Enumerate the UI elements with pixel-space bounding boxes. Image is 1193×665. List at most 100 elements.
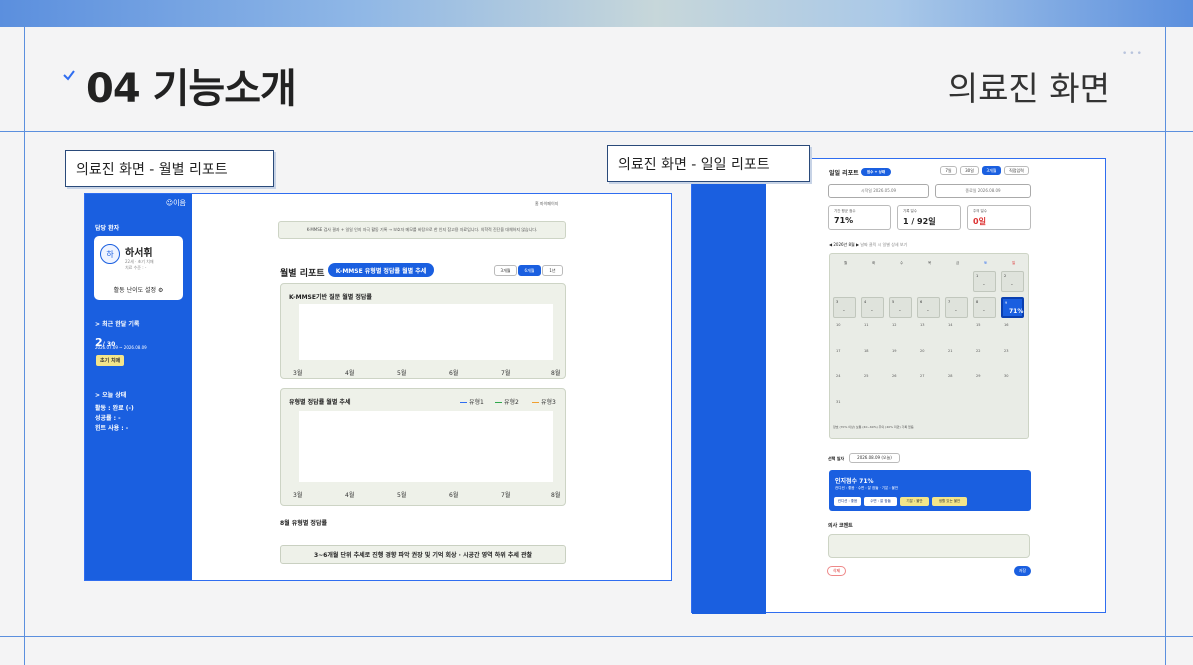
range-1y[interactable]: 1년 <box>542 265 563 276</box>
difficulty-setting-button[interactable]: 활동 난이도 설정 ⚙ <box>94 285 183 294</box>
period-3m[interactable]: 3개월 <box>982 166 1001 175</box>
calendar-day[interactable]: 22 <box>976 349 980 353</box>
x-label: 4월 <box>345 370 355 377</box>
calendar-day[interactable]: 18 <box>864 349 868 353</box>
callout-monthly: 의료진 화면 - 월별 리포트 <box>65 150 274 187</box>
stat-card: 기록 일수 1 / 92일 <box>897 205 961 230</box>
stage-badge: 초기 치매 <box>96 355 125 366</box>
chart-area <box>299 411 553 482</box>
type-trend-panel: 유형별 정답률 월별 추세 유형1 유형2 유형3 3월 4월 5월 6월 7월… <box>280 388 566 506</box>
card-subtitle: 컨디션 : 좋음 · 수면 : 잘 잠듦 · 기분 : 불안 <box>835 486 899 490</box>
daily-title-badge: 점수 + 상태 <box>861 168 891 176</box>
sidebar <box>692 159 766 614</box>
calendar-day[interactable]: 2- <box>1001 271 1024 292</box>
x-label: 5월 <box>397 492 407 499</box>
weekday-label: 수 <box>900 261 904 265</box>
page-title: 04 기능소개 <box>86 66 297 112</box>
calendar-day[interactable]: 23 <box>1004 349 1008 353</box>
august-subheading: 8월 유형별 정답률 <box>280 520 327 527</box>
calendar-day[interactable]: 29 <box>976 374 980 378</box>
calendar-day[interactable]: 25 <box>864 374 868 378</box>
period-30d[interactable]: 30일 <box>960 166 979 175</box>
calendar-day[interactable]: 10 <box>836 323 840 327</box>
calendar-day[interactable]: 20 <box>920 349 924 353</box>
calendar-legend: 양호 (70% 이상) 보통 (40~69%) 주의 (40% 미만) 기록 없… <box>833 425 914 429</box>
calendar-day[interactable]: 11 <box>864 323 868 327</box>
x-label: 4월 <box>345 492 355 499</box>
calendar-day[interactable]: 13 <box>920 323 924 327</box>
x-label: 7월 <box>501 492 511 499</box>
today-status-label: > 오늘 상태 <box>95 392 127 399</box>
patient-card[interactable]: 하 하서휘 22세 · 초기 치매 치료 수준 : - 활동 난이도 설정 ⚙ <box>94 236 183 300</box>
monthly-report-screenshot: ☺이음 담당 환자 하 하서휘 22세 · 초기 치매 치료 수준 : - 활동 … <box>84 193 672 581</box>
breadcrumb[interactable]: 홈 마이페이지 <box>535 201 558 207</box>
anxiety-chip: 생활 있는 불안 <box>932 497 967 506</box>
calendar-day[interactable]: 24 <box>836 374 840 378</box>
range-6m[interactable]: 6개월 <box>518 265 541 276</box>
calendar-day[interactable]: 8- <box>973 297 996 318</box>
callout-daily: 의료진 화면 - 일일 리포트 <box>607 145 810 182</box>
mood-chip: 기분 : 불안 <box>900 497 929 506</box>
x-label: 3월 <box>293 492 303 499</box>
condition-chip: 컨디션 : 좋음 <box>834 497 861 506</box>
calendar-day-selected[interactable]: 9 71% <box>1001 297 1024 318</box>
footer-divider <box>0 636 1193 637</box>
calendar-day[interactable]: 7- <box>945 297 968 318</box>
report-title-pill: K-MMSE 유형별 정답률 월별 추세 <box>328 263 434 277</box>
calendar-day[interactable]: 21 <box>948 349 952 353</box>
daily-title: 일일 리포트 <box>829 170 859 177</box>
panel-title: 유형별 정답률 월별 추세 <box>289 399 351 406</box>
panel-title: K-MMSE기반 질문 월별 정답률 <box>289 294 372 301</box>
frame-line-right <box>1165 27 1166 665</box>
weekday-label: 화 <box>872 261 876 265</box>
delete-button[interactable]: 삭제 <box>827 566 846 576</box>
month-nav[interactable]: ◀ 2026년 8월 ▶ 날짜 클릭 시 일별 상세 보기 <box>829 242 907 248</box>
patient-name: 하서휘 <box>125 248 153 259</box>
period-custom[interactable]: 직접입력 <box>1004 166 1029 175</box>
top-gradient-bar <box>0 0 1193 27</box>
calendar-day[interactable]: 3- <box>833 297 856 318</box>
record-date-range: 2026.07.09 ~ 2026.08.09 <box>95 345 147 350</box>
weekday-label: 토 <box>984 261 988 265</box>
legend-item: 유형3 <box>532 397 556 406</box>
x-label: 7월 <box>501 370 511 377</box>
legend-item: 유형2 <box>495 397 519 406</box>
calendar-day[interactable]: 17 <box>836 349 840 353</box>
header-divider <box>0 131 1193 132</box>
weekday-label: 월 <box>844 261 848 265</box>
calendar-day[interactable]: 30 <box>1004 374 1008 378</box>
weekday-label: 목 <box>928 261 932 265</box>
calendar-day[interactable]: 31 <box>836 400 840 404</box>
period-7d[interactable]: 7일 <box>940 166 957 175</box>
report-title: 월별 리포트 <box>280 269 325 279</box>
monthly-accuracy-panel: K-MMSE기반 질문 월별 정답률 3월 4월 5월 6월 7월 8월 <box>280 283 566 379</box>
calendar-day[interactable]: 19 <box>892 349 896 353</box>
start-date-field[interactable]: 시작일 2026.05.09 <box>828 184 929 198</box>
doctor-comment-input[interactable] <box>828 534 1030 558</box>
x-label: 6월 <box>449 492 459 499</box>
calendar-day[interactable]: 14 <box>948 323 952 327</box>
calendar-day[interactable]: 12 <box>892 323 896 327</box>
calendar-day[interactable]: 6- <box>917 297 940 318</box>
save-button[interactable]: 저장 <box>1014 566 1031 576</box>
sidebar: ☺이음 담당 환자 하 하서휘 22세 · 초기 치매 치료 수준 : - 활동 … <box>85 194 192 580</box>
chart-area <box>299 304 553 360</box>
range-3m[interactable]: 3개월 <box>494 265 517 276</box>
end-date-field[interactable]: 종료일 2026.08.09 <box>935 184 1031 198</box>
x-label: 6월 <box>449 370 459 377</box>
calendar-day[interactable]: 15 <box>976 323 980 327</box>
selected-date-chip[interactable]: 2026.08.09 (오늘) <box>849 453 900 463</box>
calendar-day[interactable]: 16 <box>1004 323 1008 327</box>
card-title: 인지점수 71% <box>835 478 874 485</box>
app-logo: ☺이음 <box>165 199 186 207</box>
calendar-day[interactable]: 5- <box>889 297 912 318</box>
calendar-day[interactable]: 27 <box>920 374 924 378</box>
weekday-label: 금 <box>956 261 960 265</box>
calendar-day[interactable]: 28 <box>948 374 952 378</box>
selected-date-label: 선택 일자 <box>828 456 845 461</box>
calendar-day[interactable]: 4- <box>861 297 884 318</box>
x-label: 8월 <box>551 370 561 377</box>
x-label: 8월 <box>551 492 561 499</box>
calendar-day[interactable]: 1- <box>973 271 996 292</box>
calendar-day[interactable]: 26 <box>892 374 896 378</box>
